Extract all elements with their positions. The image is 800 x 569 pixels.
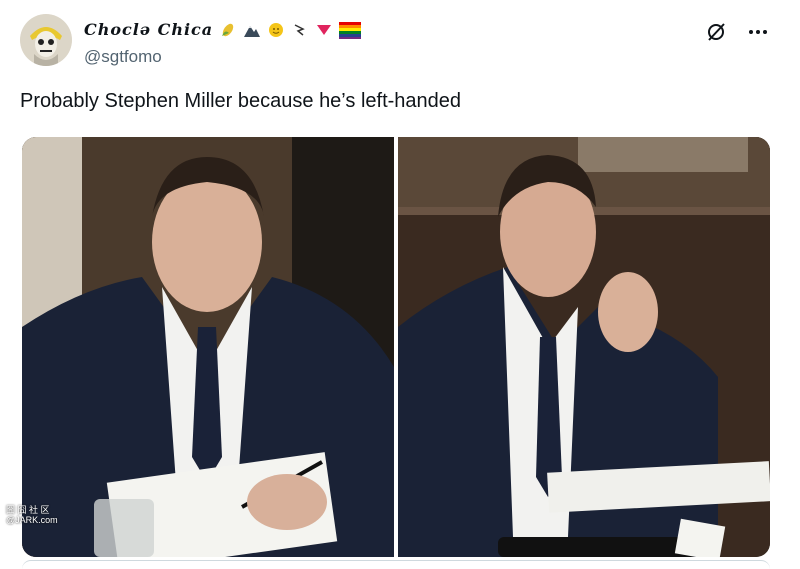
corn-emoji-icon	[219, 21, 237, 39]
name-row: Choclə Chica	[84, 20, 362, 39]
post-media[interactable]	[22, 137, 770, 557]
flag-emoji-icon	[291, 21, 309, 39]
display-name[interactable]: Choclə Chica	[84, 20, 213, 39]
rainbow-flag-emoji-icon	[339, 21, 362, 39]
mountain-emoji-icon	[243, 21, 261, 39]
avatar[interactable]	[20, 14, 72, 66]
sun-emoji-icon	[267, 21, 285, 39]
triangle-emoji-icon	[315, 21, 333, 39]
user-handle[interactable]: @sgtfomo	[84, 47, 162, 67]
watermark-line2: @JARK.com	[6, 515, 58, 525]
post-header: Choclə Chica @sgtfomo	[20, 14, 780, 74]
post-actions	[704, 20, 770, 44]
more-icon[interactable]	[746, 20, 770, 44]
watermark: 囧 囧 社 区 @JARK.com	[6, 505, 58, 525]
post-text: Probably Stephen Miller because he’s lef…	[20, 90, 462, 112]
photo-right[interactable]	[398, 137, 770, 557]
photo-left[interactable]	[22, 137, 394, 557]
grok-icon[interactable]	[704, 20, 728, 44]
watermark-line1: 囧 囧 社 区	[6, 505, 50, 515]
